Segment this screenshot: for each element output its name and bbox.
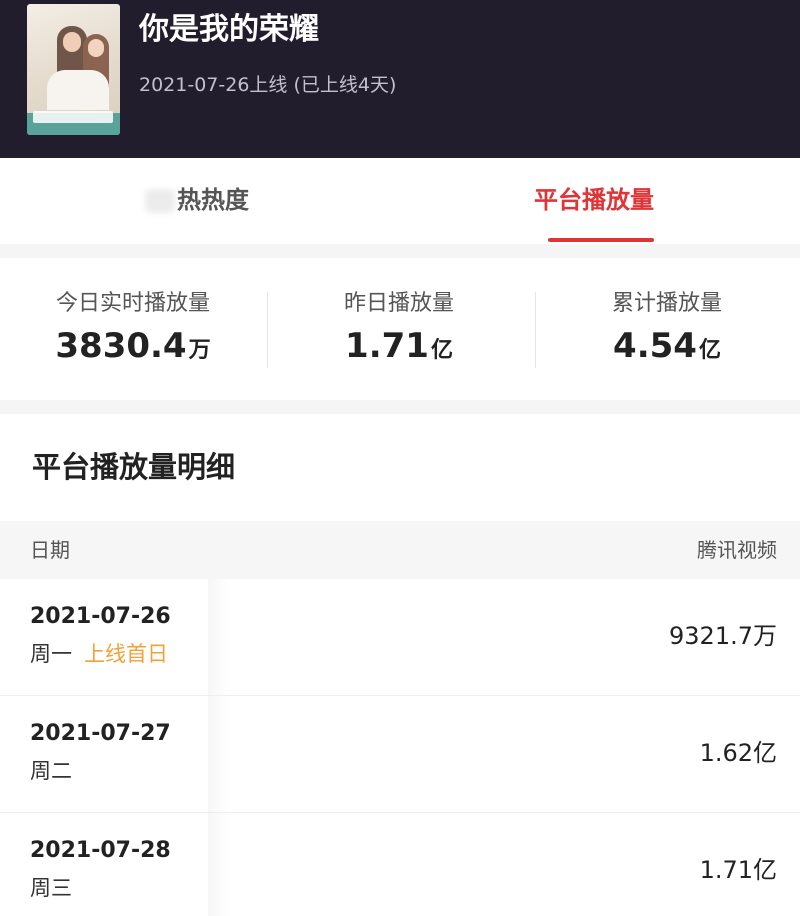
poster-face (63, 32, 81, 52)
stat-value: 1.71亿 (266, 326, 532, 372)
stat-number: 3830.4 (55, 326, 187, 366)
column-header-date: 日期 (30, 538, 70, 562)
stat-today-realtime: 今日实时播放量 3830.4万 (0, 288, 266, 372)
release-info: 2021-07-26上线 (已上线4天) (139, 74, 397, 96)
section-divider (0, 400, 800, 414)
row-weekday: 周三 (30, 873, 72, 903)
stat-label: 昨日播放量 (343, 291, 454, 316)
poster-title-art (33, 111, 113, 123)
section-divider (0, 244, 800, 258)
tab-heat-label: 热热度 (177, 186, 249, 214)
play-stats-summary: 今日实时播放量 3830.4万 昨日播放量 1.71亿 累计播放量 4.54亿 (0, 258, 800, 400)
stat-label: 今日实时播放量 (55, 291, 210, 316)
weekday-label: 周三 (30, 876, 72, 900)
stat-value: 4.54亿 (534, 326, 800, 372)
tab-platform-plays[interactable]: 平台播放量 (534, 183, 654, 217)
column-shadow (208, 696, 230, 812)
column-header-platform[interactable]: 腾讯视频 (697, 535, 777, 565)
active-tab-indicator (548, 238, 654, 242)
row-date: 2021-07-28 (30, 838, 171, 863)
launch-day-tag: 上线首日 (84, 642, 168, 666)
stat-yesterday: 昨日播放量 1.71亿 (266, 288, 532, 372)
stat-unit: 亿 (430, 338, 453, 363)
tab-platform-plays-label: 平台播放量 (534, 186, 654, 214)
stat-unit: 万 (188, 338, 211, 363)
weekday-label: 周二 (30, 759, 72, 783)
row-date: 2021-07-26 (30, 604, 171, 629)
column-shadow (208, 813, 230, 916)
table-row: 2021-07-27 周二 1.62亿 (0, 696, 800, 813)
poster-face (88, 39, 104, 57)
table-row: 2021-07-26 周一 上线首日 9321.7万 (0, 579, 800, 696)
stat-unit: 亿 (698, 338, 721, 363)
weekday-label: 周一 (30, 642, 72, 666)
table-header: 日期 腾讯视频 (0, 521, 800, 579)
show-poster-image[interactable] (27, 4, 120, 135)
tab-bar: 热热度 平台播放量 (0, 158, 800, 244)
row-play-count: 9321.7万 (669, 622, 777, 650)
redacted-mark (145, 189, 175, 213)
row-weekday: 周一 上线首日 (30, 639, 168, 669)
stat-label: 累计播放量 (611, 291, 722, 316)
row-play-count: 1.71亿 (699, 856, 777, 884)
poster-shirt (47, 70, 109, 110)
row-date: 2021-07-27 (30, 721, 171, 746)
column-shadow (208, 579, 230, 695)
stat-number: 4.54 (613, 326, 697, 366)
tab-heat[interactable]: 热热度 (145, 183, 249, 217)
table-row: 2021-07-28 周三 1.71亿 (0, 813, 800, 916)
detail-section-title: 平台播放量明细 (32, 450, 236, 484)
stat-cumulative: 累计播放量 4.54亿 (534, 288, 800, 372)
stat-value: 3830.4万 (0, 326, 266, 372)
show-title: 你是我的荣耀 (139, 12, 319, 47)
row-play-count: 1.62亿 (699, 739, 777, 767)
show-header: 你是我的荣耀 2021-07-26上线 (已上线4天) (0, 0, 800, 158)
stat-number: 1.71 (345, 326, 429, 366)
row-weekday: 周二 (30, 756, 72, 786)
